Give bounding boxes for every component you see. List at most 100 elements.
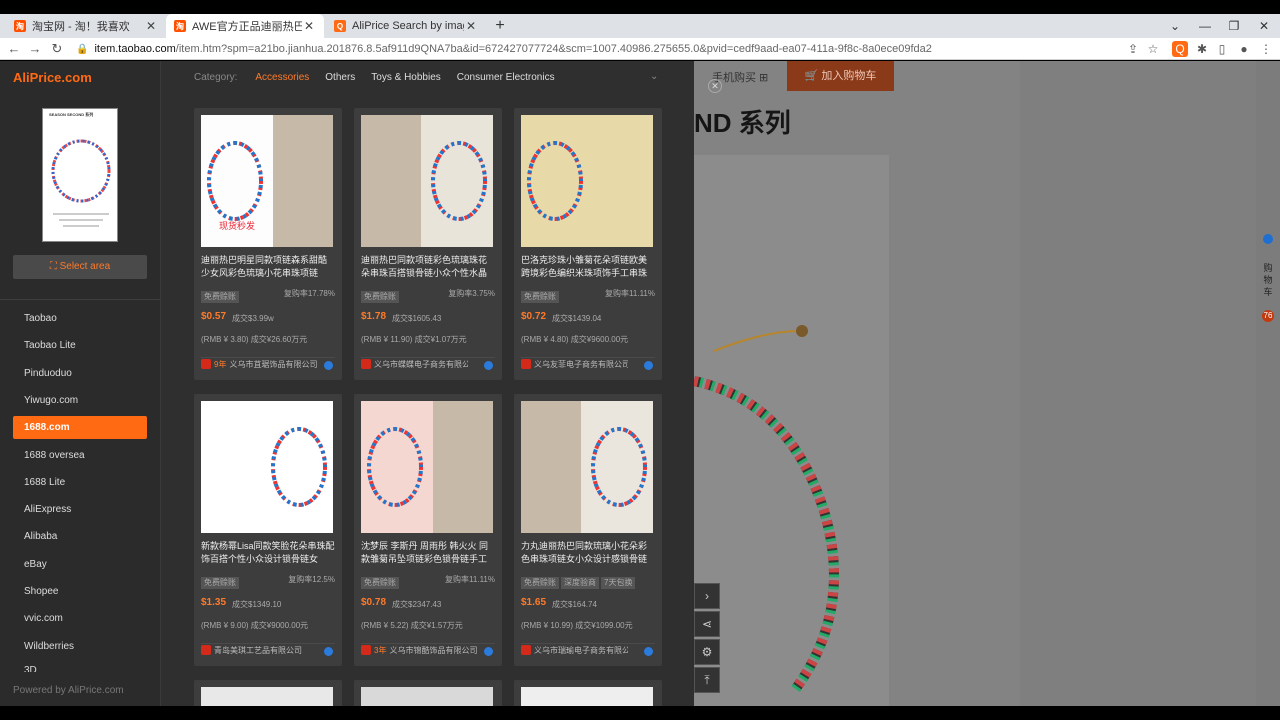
site-item-pinduoduo[interactable]: Pinduoduo xyxy=(13,362,147,385)
service-icon[interactable] xyxy=(1263,234,1273,244)
product-title[interactable]: 巴洛克珍珠小雏菊花朵项链欧美跨境彩色编织米珠项饰手工串珠 xyxy=(521,254,655,280)
forward-icon[interactable]: → xyxy=(26,40,44,58)
chevron-down-icon[interactable]: ⌄ xyxy=(650,71,658,82)
seller-name: 义乌市苴琚饰品有限公司 xyxy=(229,360,318,369)
select-area-button[interactable]: ⛶ Select area xyxy=(13,255,147,279)
divider xyxy=(0,299,161,300)
product-card-partial[interactable] xyxy=(514,680,662,706)
seller-row[interactable]: 义乌市蝶蝶电子商务有限公司 xyxy=(361,357,495,371)
product-card-partial[interactable] xyxy=(354,680,502,706)
site-item-1688-lite[interactable]: 1688 Lite xyxy=(13,471,147,494)
site-item-alibaba[interactable]: Alibaba xyxy=(13,525,147,548)
bookmark-star-icon[interactable]: ☆ xyxy=(1145,41,1161,57)
deal-volume: 成交$3.99w xyxy=(232,314,274,323)
site-item-wildberries[interactable]: Wildberries xyxy=(13,635,147,658)
side-panel-icon[interactable]: ▯ xyxy=(1214,41,1230,57)
seller-row[interactable]: 9年 义乌市苴琚饰品有限公司 xyxy=(201,357,335,371)
deal-volume: 成交$1349.10 xyxy=(232,600,282,609)
product-title[interactable]: 沈梦辰 李斯丹 周雨彤 韩火火 同款雏菊吊坠项链彩色锁骨链手工 xyxy=(361,540,495,566)
profile-avatar-icon[interactable]: ● xyxy=(1236,41,1252,57)
tab-search-icon[interactable]: ⌄ xyxy=(1160,16,1190,36)
close-overlay-icon[interactable]: ✕ xyxy=(708,79,722,93)
product-title[interactable]: 迪丽热巴明星同款项链森系甜酷少女风彩色琉璃小花串珠项链 xyxy=(201,254,335,280)
visit-store-icon[interactable] xyxy=(644,361,653,370)
share-page-icon[interactable]: ⇪ xyxy=(1125,41,1141,57)
visit-store-icon[interactable] xyxy=(484,647,493,656)
close-window-icon[interactable]: ✕ xyxy=(1249,16,1279,36)
site-item-3d[interactable]: 3D xyxy=(13,662,147,672)
site-item-aliexpress[interactable]: AliExpress xyxy=(13,498,147,521)
site-item-vvic-com[interactable]: vvic.com xyxy=(13,607,147,630)
product-image[interactable] xyxy=(521,401,653,533)
seller-row[interactable]: 3年 义乌市锦酷饰品有限公司 xyxy=(361,643,495,657)
gear-icon[interactable]: ⚙ xyxy=(694,639,720,665)
share-icon[interactable]: ⋖ xyxy=(694,611,720,637)
close-tab-icon[interactable]: ✕ xyxy=(464,19,478,33)
product-card[interactable]: 迪丽热巴同款项链彩色琉璃珠花朵串珠百搭锁骨链小众个性水晶 免费赊账 复购率3.75… xyxy=(354,108,502,380)
product-tag: 免费赊账 xyxy=(521,577,559,589)
back-icon[interactable]: ← xyxy=(5,40,23,58)
aliprice-extension-icon[interactable]: Q xyxy=(1172,41,1188,57)
restore-icon[interactable]: ❐ xyxy=(1219,16,1249,36)
category-consumer-electronics[interactable]: Consumer Electronics xyxy=(457,72,555,83)
aliprice-logo[interactable]: AliPrice.com xyxy=(13,70,92,85)
back-to-top-icon[interactable]: ⤒ xyxy=(694,667,720,693)
tab-taobao-item[interactable]: 淘 AWE官方正品迪丽热巴明星同款 ✕ xyxy=(166,14,324,38)
site-item-1688-oversea[interactable]: 1688 oversea xyxy=(13,444,147,467)
chevron-right-icon[interactable]: › xyxy=(694,583,720,609)
product-card[interactable]: 力丸迪丽热巴同款琉璃小花朵彩色串珠项链女小众设计感锁骨链 免费赊账 深度验商 7天包… xyxy=(514,394,662,666)
product-title[interactable]: 新款杨幂Lisa同款笑脸花朵串珠配饰百搭个性小众设计锁骨链女 xyxy=(201,540,335,566)
product-image[interactable] xyxy=(361,115,493,247)
product-image xyxy=(521,687,653,706)
rmb-price: (RMB ¥ 11.90) 成交¥1.07万元 xyxy=(361,335,467,344)
product-image[interactable] xyxy=(361,401,493,533)
site-item-shopee[interactable]: Shopee xyxy=(13,580,147,603)
visit-store-icon[interactable] xyxy=(644,647,653,656)
tab-taobao-home[interactable]: 淘 淘宝网 - 淘！我喜欢 ✕ xyxy=(6,14,166,38)
seller-row[interactable]: 青岛美琪工艺品有限公司 xyxy=(201,643,335,657)
product-title[interactable]: 迪丽热巴同款项链彩色琉璃珠花朵串珠百搭锁骨链小众个性水晶 xyxy=(361,254,495,280)
site-item-yiwugo-com[interactable]: Yiwugo.com xyxy=(13,389,147,412)
site-item-1688-com[interactable]: 1688.com xyxy=(13,416,147,440)
category-accessories[interactable]: Accessories xyxy=(255,72,309,83)
new-tab-button[interactable]: + xyxy=(491,16,509,36)
product-card[interactable]: 现货秒发 迪丽热巴明星同款项链森系甜酷少女风彩色琉璃小花串珠项链 免费赊账 复购率… xyxy=(194,108,342,380)
product-card-partial[interactable] xyxy=(194,680,342,706)
seller-row[interactable]: 义乌友菲电子商务有限公司 xyxy=(521,357,655,371)
deal-volume: 成交$1439.04 xyxy=(552,314,602,323)
add-to-cart-button[interactable]: 🛒 加入购物车 xyxy=(787,61,894,91)
product-tags: 免费赊账 复购率11.11% xyxy=(521,288,655,303)
visit-store-icon[interactable] xyxy=(324,647,333,656)
close-tab-icon[interactable]: ✕ xyxy=(302,19,316,33)
product-image[interactable]: 现货秒发 xyxy=(201,115,333,247)
visit-store-icon[interactable] xyxy=(324,361,333,370)
screen-bottom-bar xyxy=(0,706,1280,720)
product-tag: 7天包换 xyxy=(601,577,636,589)
image-promo-text: 现货秒发 xyxy=(219,221,256,231)
right-cart-label[interactable]: 购物车 xyxy=(1261,262,1275,298)
product-image[interactable] xyxy=(521,115,653,247)
product-card[interactable]: 沈梦辰 李斯丹 周雨彤 韩火火 同款雏菊吊坠项链彩色锁骨链手工 免费赊账 复购率1… xyxy=(354,394,502,666)
site-item-taobao[interactable]: Taobao xyxy=(13,307,147,330)
minimize-icon[interactable]: — xyxy=(1190,16,1220,36)
cart-count-badge: 76 xyxy=(1262,310,1274,322)
site-item-taobao-lite[interactable]: Taobao Lite xyxy=(13,334,147,357)
category-toys-hobbies[interactable]: Toys & Hobbies xyxy=(371,72,440,83)
product-tags: 免费赊账 复购率17.78% xyxy=(201,288,335,303)
tab-aliprice-search[interactable]: Q AliPrice Search by image for 1688 ✕ xyxy=(326,14,486,38)
more-menu-icon[interactable]: ⋮ xyxy=(1258,41,1274,57)
product-card[interactable]: 巴洛克珍珠小雏菊花朵项链欧美跨境彩色编织米珠项饰手工串珠 免费赊账 复购率11.1… xyxy=(514,108,662,380)
right-toolbar xyxy=(1256,61,1280,706)
url-field[interactable]: 🔒 item.taobao.com/item.htm?spm=a21bo.jian… xyxy=(76,40,1106,58)
site-item-ebay[interactable]: eBay xyxy=(13,553,147,576)
seller-row[interactable]: 义乌市瑞瑜电子商务有限公司 xyxy=(521,643,655,657)
category-others[interactable]: Others xyxy=(325,72,355,83)
visit-store-icon[interactable] xyxy=(484,361,493,370)
reload-icon[interactable]: ↻ xyxy=(48,40,66,58)
extensions-puzzle-icon[interactable]: ✱ xyxy=(1194,41,1210,57)
product-card[interactable]: 新款杨幂Lisa同款笑脸花朵串珠配饰百搭个性小众设计锁骨链女 免费赊账 复购率12… xyxy=(194,394,342,666)
product-image[interactable] xyxy=(201,401,333,533)
close-tab-icon[interactable]: ✕ xyxy=(144,19,158,33)
product-title[interactable]: 力丸迪丽热巴同款琉璃小花朵彩色串珠项链女小众设计感锁骨链 xyxy=(521,540,655,566)
rmb-price: (RMB ¥ 5.22) 成交¥1.57万元 xyxy=(361,621,463,630)
